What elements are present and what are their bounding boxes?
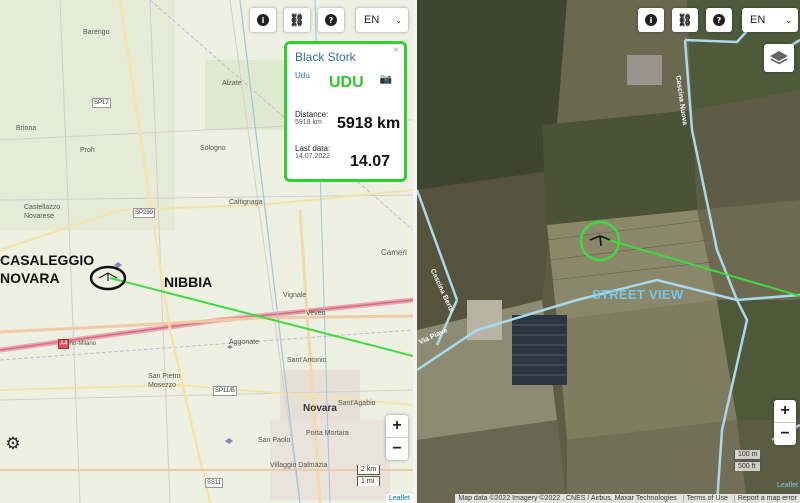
road-label-ss11: SS11: [205, 478, 224, 488]
place-sologno: Sologno: [200, 145, 226, 152]
zoom-out-button[interactable]: −: [386, 437, 408, 460]
place-sanpietro: San Pietro Mosezzo: [148, 373, 181, 389]
help-icon: ?: [713, 14, 725, 26]
label-casaleggio-novara: CASALEGGIO NOVARA: [0, 252, 95, 286]
scale-m: 100 m: [734, 450, 762, 460]
chevron-down-icon: ⌄: [785, 15, 792, 25]
zoom-out-button-right[interactable]: −: [774, 422, 796, 445]
scale-bar-right: 100 m 500 ft: [734, 450, 762, 472]
bird-popup: × Black Stork Udu UDU 📷 Distance: 5918 k…: [284, 41, 407, 182]
place-vignale: Vignale: [283, 292, 307, 299]
place-sanpaolo: San Paolo: [258, 437, 291, 444]
lastdata-large: 14.07: [350, 153, 391, 170]
place-santantonio: Sant'Antonio: [287, 357, 327, 364]
layers-button[interactable]: [764, 44, 794, 72]
info-button-right[interactable]: i: [638, 8, 664, 32]
layers-icon: [770, 51, 788, 65]
bird-species-link[interactable]: Black Stork: [295, 50, 396, 64]
attribution-left: Leaflet: [385, 494, 413, 503]
zoom-control-left: + −: [386, 415, 408, 460]
label-nibbia: NIBBIA: [164, 274, 213, 290]
close-icon[interactable]: ×: [393, 45, 399, 56]
label-street-view: STREET VIEW: [592, 287, 684, 302]
leaflet-link[interactable]: Leaflet: [389, 495, 410, 502]
gear-icon[interactable]: ⚙: [3, 434, 23, 454]
zoom-control-right: + −: [774, 400, 796, 445]
scale-km: 2 km: [357, 465, 381, 475]
link-button-right[interactable]: ⛓: [672, 8, 698, 32]
info-icon: i: [645, 14, 657, 26]
place-proh: Proh: [80, 147, 95, 154]
chevron-down-icon: ⌄: [395, 15, 402, 25]
place-veveri: Veveri: [306, 310, 326, 317]
distance-large: 5918 km: [337, 115, 401, 132]
place-briona: Briona: [16, 125, 37, 132]
language-select[interactable]: EN ⌄: [356, 8, 408, 32]
bird-name-large: UDU: [329, 74, 364, 91]
language-value: EN: [364, 14, 380, 26]
place-castellazzo: Castellazzo Novarese: [24, 204, 61, 220]
help-icon: ?: [325, 14, 337, 26]
road-label-sp11b: SP11/B: [213, 386, 237, 396]
place-novara: Novara: [303, 403, 337, 414]
place-villaggio: Villaggio Dalmazia: [270, 462, 328, 469]
left-map[interactable]: Barengo Alzate Briona Proh Sologno Calti…: [0, 0, 413, 503]
place-portamortara: Porta Mortara: [306, 430, 349, 437]
terms-link[interactable]: Terms of Use: [682, 495, 728, 502]
leaflet-attrib-right: Leaflet: [777, 482, 798, 489]
link-button[interactable]: ⛓: [284, 8, 310, 32]
lastdata-label: Last data:: [295, 144, 331, 153]
road-label-sp17: SP17: [92, 98, 111, 108]
link-icon: ⛓: [677, 13, 693, 27]
satellite-map-base: [417, 0, 800, 503]
zoom-in-button[interactable]: +: [386, 415, 408, 437]
right-map[interactable]: Cascina Nuova Cascina Berta Via Piave ST…: [417, 0, 800, 503]
scale-mi: 1 mi: [357, 476, 381, 486]
place-santagabio: Sant'Agabio: [338, 400, 376, 407]
map-data-credit: Map data ©2022 Imagery ©2022 , CNES / Ai…: [458, 495, 677, 502]
language-value: EN: [750, 14, 766, 26]
camera-icon[interactable]: 📷: [380, 74, 392, 85]
road-label-sp299: SP299: [133, 208, 156, 218]
info-icon: i: [257, 14, 269, 26]
info-button[interactable]: i: [250, 8, 276, 32]
report-error-link[interactable]: Report a map error: [733, 495, 797, 502]
place-barengo: Barengo: [83, 29, 110, 36]
scale-bar-left: 2 km 1 mi: [357, 465, 381, 487]
zoom-in-button-right[interactable]: +: [774, 400, 796, 422]
scale-ft: 500 ft: [734, 461, 762, 471]
help-button[interactable]: ?: [318, 8, 344, 32]
place-cameri: Cameri: [381, 248, 407, 257]
link-icon: ⛓: [289, 13, 305, 27]
road-label-a4: A4: [58, 339, 70, 349]
place-alzate: Alzate: [222, 80, 242, 87]
language-select-right[interactable]: EN ⌄: [742, 8, 798, 32]
attribution-right: Map data ©2022 Imagery ©2022 , CNES / Ai…: [455, 494, 800, 503]
leaflet-link-right[interactable]: Leaflet: [777, 482, 798, 489]
place-caltignaga: Caltignaga: [229, 199, 263, 206]
help-button-right[interactable]: ?: [706, 8, 732, 32]
place-aggonate: Aggonate: [229, 339, 259, 346]
